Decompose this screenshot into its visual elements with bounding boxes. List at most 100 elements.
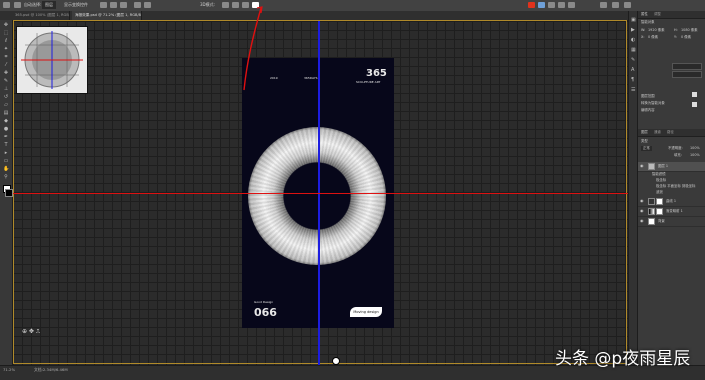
watermark: 头条 @p夜雨星辰 <box>555 349 691 369</box>
poster-bottom-caption: Good Design <box>254 300 274 304</box>
visibility-eye-icon[interactable]: ◉ <box>640 199 644 203</box>
color-icon[interactable]: ◐ <box>631 37 635 43</box>
workspace-icon[interactable] <box>612 2 619 8</box>
3d-rotate-icon[interactable] <box>222 2 229 8</box>
w-value[interactable]: 1920 像素 <box>648 28 665 33</box>
x-value[interactable]: 0 像素 <box>648 35 658 40</box>
layer-row[interactable]: ◉ 渐变映射 1 <box>638 207 705 217</box>
align-right-icon[interactable] <box>120 2 127 8</box>
y-value[interactable]: 0 像素 <box>681 35 691 40</box>
move-tool-icon[interactable]: ✥ <box>3 23 9 28</box>
character-icon[interactable]: A <box>631 67 634 73</box>
layer-row[interactable]: ◉ 背景 <box>638 217 705 227</box>
actions-icon[interactable]: ▶ <box>631 27 635 33</box>
type-tool-icon[interactable]: T <box>3 143 9 148</box>
brush-settings-icon[interactable]: ✎ <box>631 57 635 63</box>
layer-mask-thumbnail <box>656 198 663 205</box>
visibility-eye-icon[interactable]: ◉ <box>640 164 644 168</box>
layer-filter-dropdown[interactable]: 类型 <box>641 139 648 144</box>
gradient-tool-icon[interactable]: ▤ <box>3 111 9 116</box>
zoom-tool-icon[interactable]: ⚲ <box>3 175 9 180</box>
move-tool-icon[interactable] <box>14 2 21 8</box>
brush-tool-icon[interactable]: ✎ <box>3 79 9 84</box>
layer-row[interactable]: ◉ 曲线 1 <box>638 197 705 207</box>
3d-axis-widget-icon[interactable]: ⊕ ✥ ⎍ <box>22 328 40 336</box>
distribute-vertical-icon[interactable] <box>144 2 151 8</box>
edit-contents-toggle[interactable] <box>692 102 697 107</box>
lasso-tool-icon[interactable]: ℓ <box>3 39 9 44</box>
tab-layers[interactable]: 图层 <box>641 130 648 135</box>
y-label: Y: <box>674 35 677 39</box>
mouse-cursor <box>332 357 340 365</box>
align-center-icon[interactable] <box>110 2 117 8</box>
visibility-eye-icon[interactable]: ◉ <box>640 219 644 223</box>
eraser-tool-icon[interactable]: ▱ <box>3 103 9 108</box>
layer-range-toggle[interactable] <box>692 92 697 97</box>
smart-filters-label[interactable]: 智能滤镜 <box>652 172 666 177</box>
layer-row[interactable]: ◉ 图层 1 <box>638 162 705 172</box>
transform-controls-checkbox[interactable]: 显示变换控件 <box>64 1 88 9</box>
history-icon[interactable]: ▣ <box>631 17 636 23</box>
document-tabs: 365.psd @ 100% (图层 1, RGB/8) 海报效果.psd @ … <box>0 11 630 21</box>
poster-badge: Moving design <box>350 307 382 317</box>
blend-mode-dropdown[interactable]: 正常 <box>641 146 652 151</box>
paragraph-icon[interactable]: ¶ <box>631 77 634 83</box>
pen-tool-icon[interactable]: ✒ <box>3 135 9 140</box>
search-icon[interactable] <box>600 2 607 8</box>
history-brush-icon[interactable]: ↺ <box>3 95 9 100</box>
ime-mode-icon <box>538 2 545 8</box>
home-icon[interactable] <box>3 2 10 8</box>
layer-thumbnail <box>648 163 655 170</box>
tab-paths[interactable]: 路径 <box>667 130 674 135</box>
distribute-icon[interactable] <box>134 2 141 8</box>
crop-tool-icon[interactable]: ⌗ <box>3 55 9 60</box>
document-info[interactable]: 文档:2.34M/6.46M <box>34 367 68 373</box>
dodge-tool-icon[interactable]: ● <box>3 127 9 132</box>
3d-roll-icon[interactable] <box>232 2 239 8</box>
swatches-icon[interactable]: ▦ <box>631 47 636 53</box>
layer-range-checkbox[interactable]: 图层范围 <box>641 94 655 99</box>
x-label: X: <box>641 35 645 39</box>
filter-polar2-label[interactable]: 极坐标 平面坐标 到极坐标 <box>656 184 695 189</box>
tab-channels[interactable]: 通道 <box>654 130 661 135</box>
properties-panel-header: 属性 调整 <box>638 11 705 19</box>
visibility-eye-icon[interactable]: ◉ <box>640 209 644 213</box>
tab-document-active[interactable]: 海报效果.psd @ 71.2% (图层 1, RGB/8#) <box>72 11 142 20</box>
ime-icon <box>528 2 535 8</box>
fill-value[interactable]: 100% <box>690 153 700 158</box>
glyphs-icon[interactable]: ☰ <box>631 87 635 93</box>
hand-tool-icon[interactable]: ✋ <box>3 167 9 172</box>
layer-name[interactable]: 图层 1 <box>658 164 668 169</box>
zoom-level[interactable]: 71.2% <box>3 367 15 372</box>
blur-tool-icon[interactable]: ◆ <box>3 119 9 124</box>
properties-input-2[interactable] <box>672 71 702 78</box>
stamp-tool-icon[interactable]: ⊥ <box>3 87 9 92</box>
tab-document-1[interactable]: 365.psd @ 100% (图层 1, RGB/8) <box>12 11 70 20</box>
path-select-icon[interactable]: ▸ <box>3 151 9 156</box>
marquee-tool-icon[interactable]: ⬚ <box>3 31 9 36</box>
h-value[interactable]: 1080 像素 <box>681 28 698 33</box>
layer-select-dropdown[interactable]: 图层 <box>42 1 56 9</box>
tab-properties[interactable]: 属性 <box>641 12 648 17</box>
navigator-thumbnail[interactable] <box>16 26 88 94</box>
filter-polar-label[interactable]: 极坐标 <box>656 178 666 183</box>
tab-adjustments[interactable]: 调整 <box>654 12 661 17</box>
filter-wave-label[interactable]: 波浪 <box>656 190 663 195</box>
healing-brush-icon[interactable]: ✚ <box>3 71 9 76</box>
eyedropper-icon[interactable]: ⁄ <box>3 63 9 68</box>
layer-name[interactable]: 曲线 1 <box>666 199 676 204</box>
horizontal-guide[interactable] <box>13 193 628 194</box>
magic-wand-icon[interactable]: ✦ <box>3 47 9 52</box>
align-left-icon[interactable] <box>100 2 107 8</box>
share-icon[interactable] <box>624 2 631 8</box>
background-color-swatch[interactable] <box>5 189 13 197</box>
shape-tool-icon[interactable]: ▭ <box>3 159 9 164</box>
layer-name[interactable]: 渐变映射 1 <box>666 209 683 214</box>
ime-settings-icon <box>568 2 575 8</box>
layer-mask-thumbnail <box>656 208 663 215</box>
edit-contents-checkbox[interactable]: 编辑内容 <box>641 108 655 113</box>
opacity-value[interactable]: 100% <box>690 146 700 151</box>
layer-name[interactable]: 背景 <box>658 219 665 224</box>
convert-smart-object-checkbox[interactable]: 转换为智能对象 <box>641 101 665 106</box>
properties-input[interactable] <box>672 63 702 70</box>
